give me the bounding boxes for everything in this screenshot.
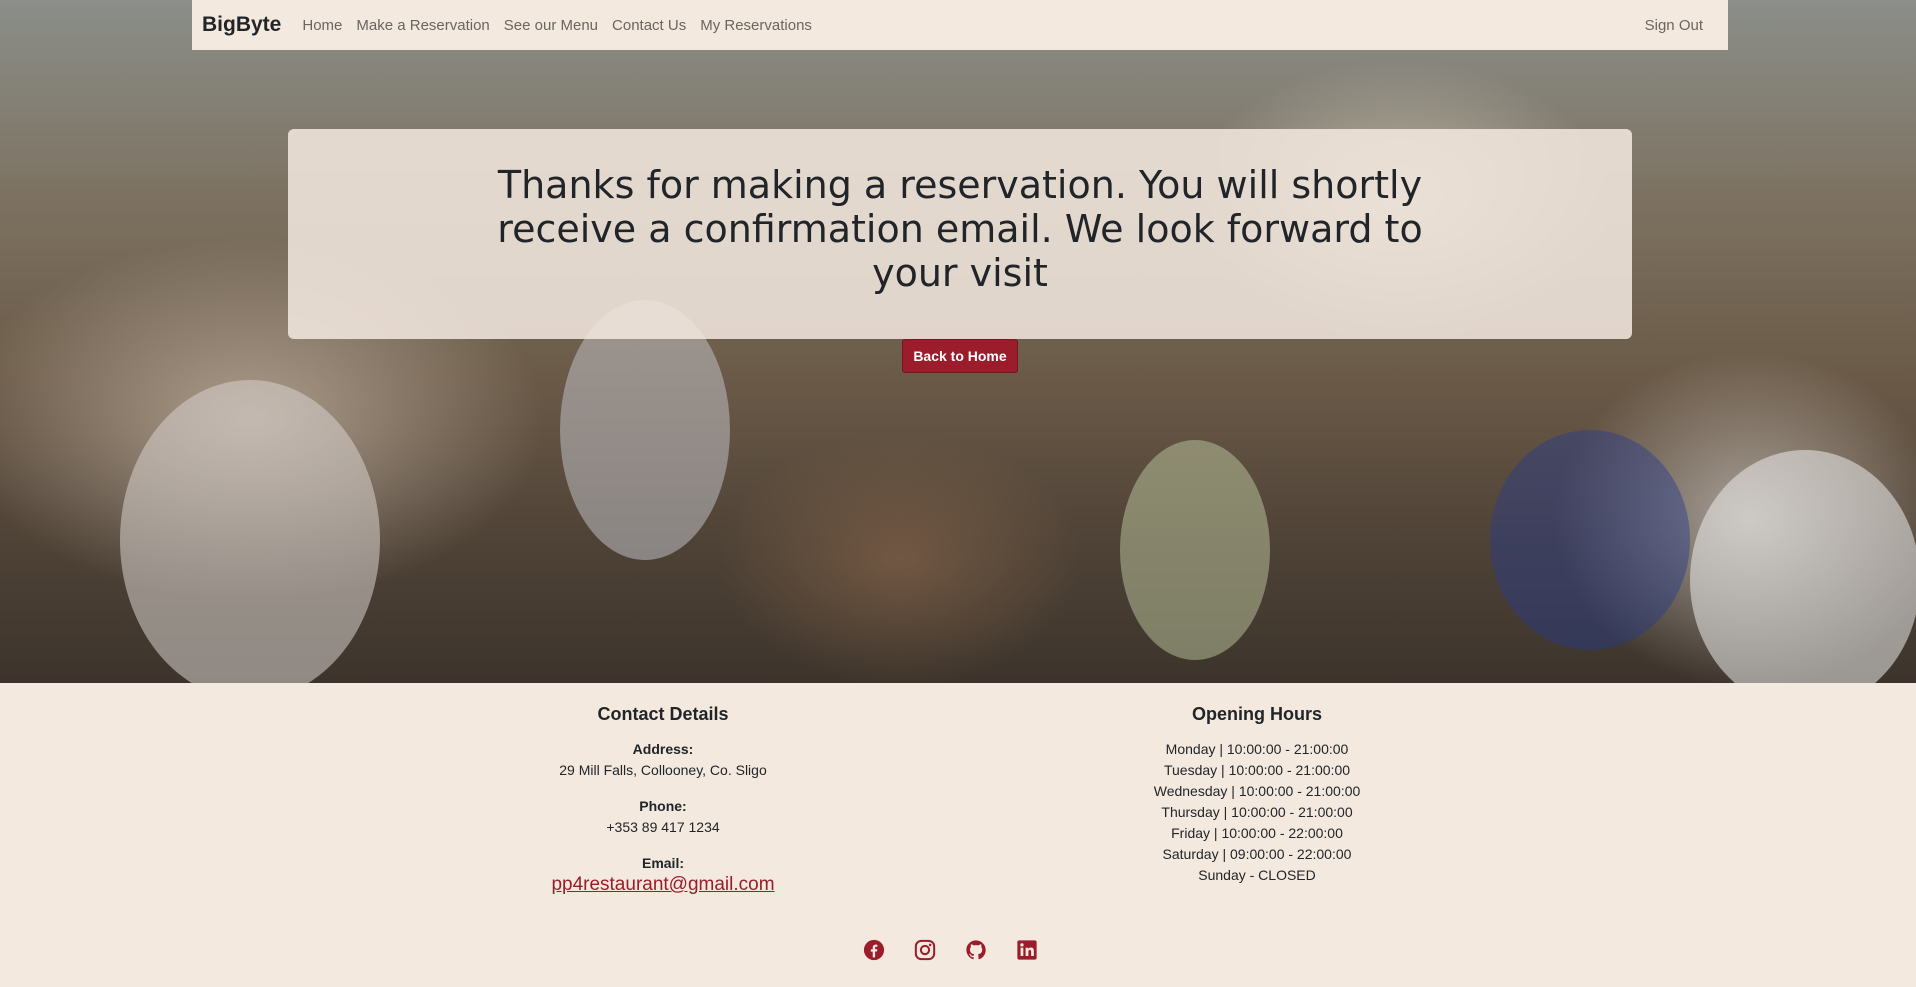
back-to-home-button[interactable]: Back to Home xyxy=(902,339,1018,373)
hours-heading: Opening Hours xyxy=(1192,704,1322,724)
github-icon[interactable] xyxy=(964,938,987,961)
address-label: Address: xyxy=(632,741,694,757)
email-block: Email: pp4restaurant@gmail.com xyxy=(463,853,863,896)
footer: Contact Details Address: 29 Mill Falls, … xyxy=(0,683,1916,987)
phone-value: +353 89 417 1234 xyxy=(606,819,720,835)
nav-my-reservations[interactable]: My Reservations xyxy=(693,17,819,34)
hours-wednesday: Wednesday | 10:00:00 - 21:00:00 xyxy=(1153,783,1361,799)
nav-sign-out[interactable]: Sign Out xyxy=(1638,17,1710,34)
phone-label: Phone: xyxy=(639,798,687,814)
brand-logo[interactable]: BigByte xyxy=(202,13,281,37)
address-value: 29 Mill Falls, Collooney, Co. Sligo xyxy=(559,762,767,778)
photo-person-right xyxy=(1490,430,1690,650)
nav-make-reservation[interactable]: Make a Reservation xyxy=(349,17,496,34)
photo-person-shirt xyxy=(1120,440,1270,660)
hours-saturday: Saturday | 09:00:00 - 22:00:00 xyxy=(1162,846,1352,862)
confirmation-message: Thanks for making a reservation. You wil… xyxy=(497,163,1423,295)
hours-sunday: Sunday - CLOSED xyxy=(1198,867,1316,883)
contact-heading: Contact Details xyxy=(597,704,729,724)
top-navbar: BigByte Home Make a Reservation See our … xyxy=(192,0,1728,50)
hours-monday: Monday | 10:00:00 - 21:00:00 xyxy=(1165,741,1349,757)
instagram-icon[interactable] xyxy=(913,938,936,961)
contact-details-section: Contact Details Address: 29 Mill Falls, … xyxy=(463,703,863,911)
photo-person-left xyxy=(120,380,380,683)
email-link[interactable]: pp4restaurant@gmail.com xyxy=(551,874,774,895)
reservation-confirmation-card: Thanks for making a reservation. You wil… xyxy=(288,129,1632,373)
email-label: Email: xyxy=(641,855,684,871)
nav-home[interactable]: Home xyxy=(295,17,349,34)
nav-menu[interactable]: See our Menu xyxy=(497,17,605,34)
hours-thursday: Thursday | 10:00:00 - 21:00:00 xyxy=(1161,804,1353,820)
facebook-icon[interactable] xyxy=(862,938,885,961)
nav-contact[interactable]: Contact Us xyxy=(605,17,693,34)
phone-block: Phone: +353 89 417 1234 xyxy=(463,796,863,838)
opening-hours-section: Opening Hours Monday | 10:00:00 - 21:00:… xyxy=(1057,703,1457,886)
hours-friday: Friday | 10:00:00 - 22:00:00 xyxy=(1171,825,1343,841)
address-block: Address: 29 Mill Falls, Collooney, Co. S… xyxy=(463,739,863,781)
linkedin-icon[interactable] xyxy=(1015,938,1038,961)
hours-tuesday: Tuesday | 10:00:00 - 21:00:00 xyxy=(1163,762,1351,778)
social-links xyxy=(862,938,1038,961)
